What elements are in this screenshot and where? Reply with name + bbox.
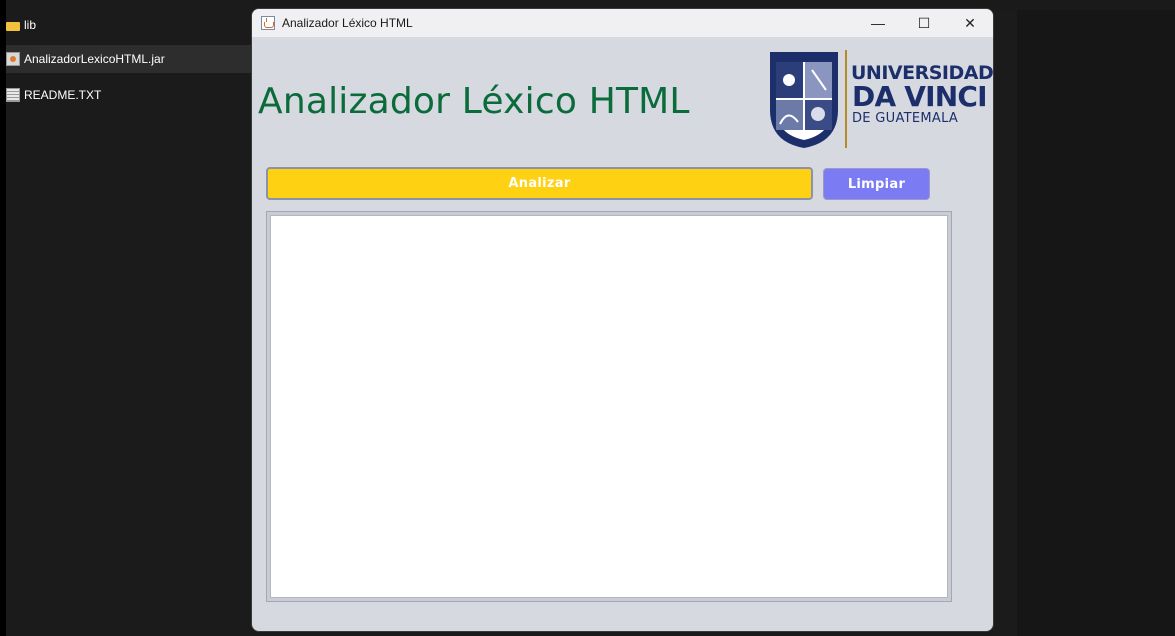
folder-icon: [6, 21, 20, 31]
minimize-button[interactable]: —: [855, 9, 901, 37]
file-explorer-panel: lib AnalizadorLexicoHTML.jar README.TXT: [0, 0, 252, 636]
desktop: lib AnalizadorLexicoHTML.jar README.TXT …: [0, 0, 1175, 636]
title-bar[interactable]: Analizador Léxico HTML — ☐ ✕: [252, 9, 993, 37]
logo-wordmark: UNIVERSIDAD DA VINCI DE GUATEMALA: [851, 63, 993, 127]
file-item-label: README.TXT: [24, 88, 102, 102]
logo-divider: [845, 50, 847, 148]
university-logo: UNIVERSIDAD DA VINCI DE GUATEMALA: [768, 47, 993, 155]
window-title: Analizador Léxico HTML: [282, 16, 413, 30]
file-item-lib[interactable]: lib: [6, 11, 252, 39]
logo-line-2: DA VINCI: [852, 80, 988, 113]
html-input-textarea[interactable]: [270, 215, 948, 598]
university-crest-icon: [770, 52, 838, 148]
file-item-label: AnalizadorLexicoHTML.jar: [24, 52, 165, 66]
file-item-label: lib: [24, 18, 37, 32]
file-item-readme[interactable]: README.TXT: [6, 81, 252, 109]
minimize-icon: —: [871, 15, 885, 31]
analyze-button[interactable]: Analizar: [266, 167, 813, 200]
close-icon: ✕: [964, 14, 976, 31]
maximize-icon: ☐: [917, 14, 931, 31]
clear-button[interactable]: Limpiar: [823, 168, 930, 200]
app-window: Analizador Léxico HTML — ☐ ✕ Analizador …: [252, 9, 993, 631]
page-title: Analizador Léxico HTML: [258, 81, 690, 122]
background-panel: [1017, 10, 1175, 636]
logo-line-3: DE GUATEMALA: [852, 111, 959, 126]
jar-file-icon: [6, 52, 20, 66]
text-file-icon: [6, 88, 20, 102]
editor-frame: [266, 211, 952, 602]
java-app-icon: [261, 16, 275, 30]
window-controls: — ☐ ✕: [855, 9, 993, 37]
close-button[interactable]: ✕: [947, 9, 993, 37]
file-item-jar[interactable]: AnalizadorLexicoHTML.jar: [6, 45, 252, 73]
maximize-button[interactable]: ☐: [901, 9, 947, 37]
